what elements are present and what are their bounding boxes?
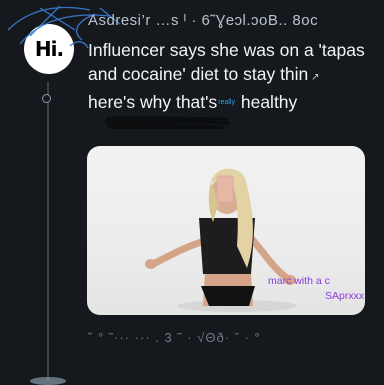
- tweet-text: Influencer says she was on a 'tapas and …: [88, 38, 378, 115]
- tweet-line-3: here's why that'sreally healthy: [88, 90, 378, 115]
- person-photo: [145, 168, 297, 312]
- tweet-line-1: Influencer says she was on a 'tapas: [88, 40, 365, 60]
- thread-dot: [42, 94, 51, 103]
- tweet-line-3-text: here's why that's: [88, 92, 218, 112]
- media-caption-2: SAprxxx: [325, 290, 365, 302]
- tweet-media-image[interactable]: [87, 146, 365, 315]
- tweet-header: Asdresi’r …s ᴵ · 6˜Ɣeɔl.ɔoB.. 8oc: [88, 12, 319, 29]
- thread-line: [47, 82, 49, 382]
- tweet-line-2: and cocaine' diet to stay thin ↗: [88, 64, 320, 84]
- tweet-line-2-text: and cocaine' diet to stay thin: [88, 64, 309, 84]
- redaction-scribble: [104, 116, 230, 129]
- tweet-line-3-end: healthy: [240, 92, 298, 112]
- media-caption-1: marc with a c: [268, 275, 330, 287]
- tweet-action-bar[interactable]: ˘ ° ˜··· ··· . 3 ˜ · √Θð· ˇ · °: [88, 330, 368, 354]
- handwritten-insert: really: [218, 99, 235, 106]
